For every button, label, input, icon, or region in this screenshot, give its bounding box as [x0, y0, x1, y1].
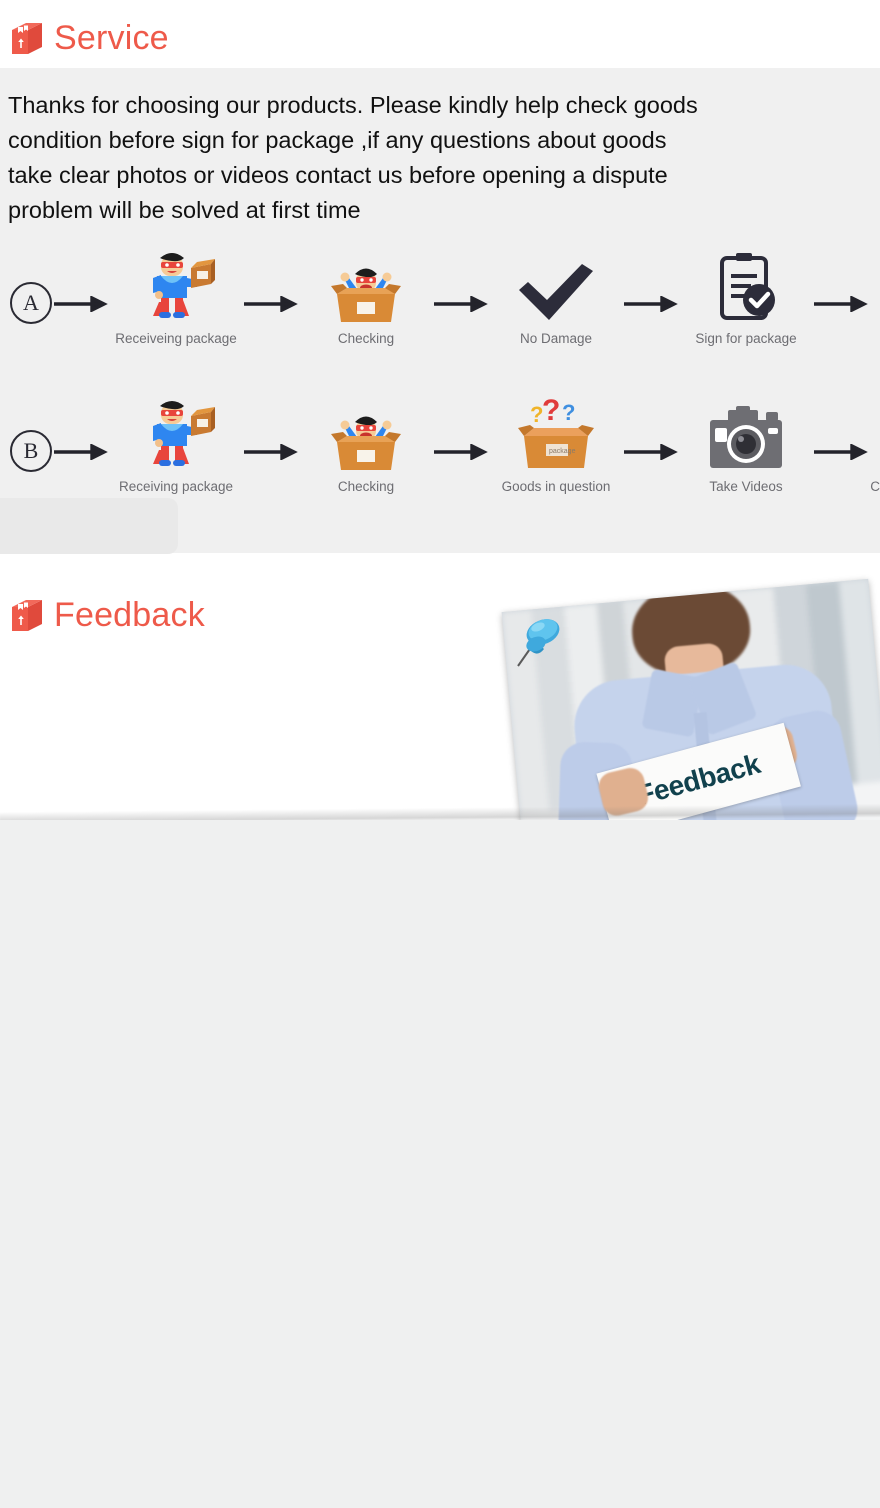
- flow-step: $ $: [870, 398, 880, 509]
- feedback-title: Feedback: [54, 596, 205, 634]
- person-in-open-box-icon: [329, 398, 403, 472]
- flow-step: Checking: [300, 250, 432, 346]
- arrow-icon: [242, 444, 300, 460]
- arrow-icon: [812, 444, 870, 460]
- flow-step: Take Videos: [680, 398, 812, 494]
- service-flow-row-a: A Receiveing package Checking No Damage …: [0, 250, 880, 370]
- flow-step: Sign for package: [680, 250, 812, 346]
- svg-text:?: ?: [542, 398, 560, 427]
- flow-step-caption: No Damage: [519, 331, 593, 346]
- superhero-with-package-icon: [137, 250, 215, 324]
- feedback-section-header: Feedback: [0, 595, 205, 635]
- flow-step-caption: Sign for package: [695, 331, 797, 346]
- arrow-icon: [622, 296, 680, 312]
- package-box-icon: [8, 18, 48, 58]
- service-panel: Thanks for choosing our products. Please…: [0, 68, 880, 554]
- svg-text:package: package: [549, 448, 576, 455]
- flow-step: Receiveing package: [110, 250, 242, 346]
- flow-step: ? ? ? package Goods in question: [490, 398, 622, 494]
- product-listing-page: Service Thanks for choosing our products…: [0, 0, 880, 1508]
- svg-text:?: ?: [562, 400, 575, 425]
- checkmark-icon: [516, 250, 596, 324]
- arrow-icon: [432, 444, 490, 460]
- arrow-icon: [242, 296, 300, 312]
- arrow-icon: [52, 444, 110, 460]
- arrow-icon: [812, 296, 870, 312]
- flow-step-caption: Goods in question: [501, 479, 611, 494]
- flow-step-caption: Receiveing package: [115, 331, 237, 346]
- service-section-header: Service: [0, 18, 169, 58]
- clipboard-check-icon: [714, 250, 778, 324]
- flow-step: Confirm the delivery: [870, 250, 880, 346]
- service-title: Service: [54, 19, 169, 57]
- box-with-question-marks-icon: ? ? ? package: [514, 398, 598, 472]
- package-box-icon: [8, 595, 48, 635]
- arrow-icon: [622, 444, 680, 460]
- camera-icon: [706, 398, 786, 472]
- superhero-with-package-icon: [137, 398, 215, 472]
- pushpin-icon: [516, 612, 578, 678]
- arrow-icon: [432, 296, 490, 312]
- flow-letter-a: A: [10, 282, 52, 324]
- flow-step: Checking: [300, 398, 432, 494]
- flow-step-caption: Checking: [337, 479, 395, 494]
- flow-step-caption: Checking: [337, 331, 395, 346]
- feedback-panel: Happy? Unhappy? if you have any problems…: [0, 820, 880, 1508]
- arrow-icon: [52, 296, 110, 312]
- flow-step: Receiving package: [110, 398, 242, 494]
- flow-step-caption: Confirm problem, refund money: [870, 479, 880, 494]
- flow-letter-b: B: [10, 430, 52, 472]
- person-in-open-box-icon: [329, 250, 403, 324]
- flow-step-caption: Receiving package: [118, 479, 234, 494]
- flow-step-caption: Take Videos: [709, 479, 783, 494]
- flow-step: No Damage: [490, 250, 622, 346]
- decorative-placeholder-box: [0, 498, 178, 554]
- service-intro-text: Thanks for choosing our products. Please…: [8, 92, 698, 223]
